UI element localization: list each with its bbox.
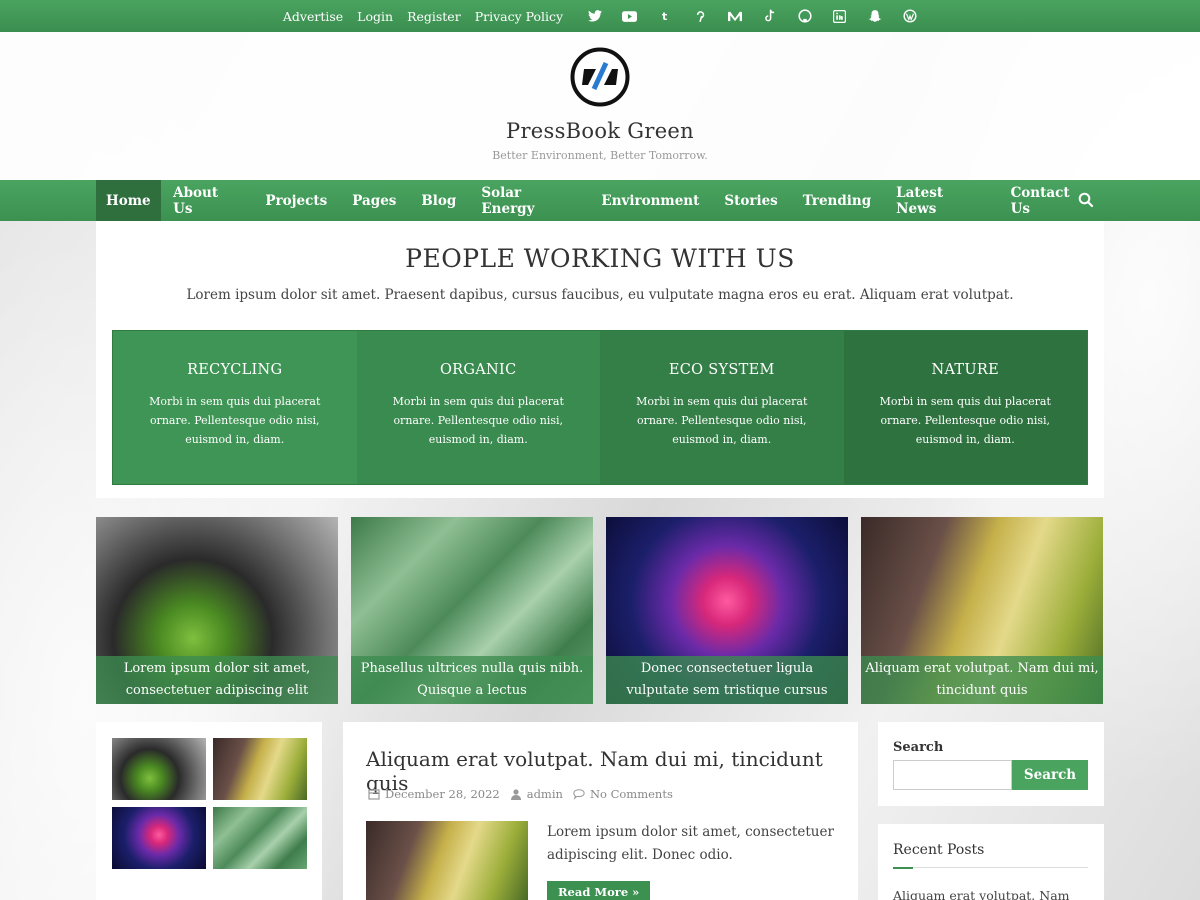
feature-eco-system: ECO SYSTEM Morbi in sem quis dui placera… — [600, 331, 844, 484]
features-grid: RECYCLING Morbi in sem quis dui placerat… — [112, 330, 1088, 485]
featured-tile[interactable]: Phasellus ultrices nulla quis nibh. Quis… — [351, 517, 593, 704]
nav-item-about-us[interactable]: About Us — [161, 180, 253, 221]
nav-item-home[interactable]: Home — [96, 180, 161, 221]
social-links: t — [587, 9, 917, 24]
comments-icon — [573, 789, 585, 800]
tile-caption[interactable]: Aliquam erat volutpat. Nam dui mi, tinci… — [861, 656, 1103, 704]
post-meta: December 28, 2022 admin No Comments — [368, 787, 673, 801]
tile-caption-line: Phasellus ultrices nulla quis nibh. — [360, 661, 584, 676]
nav-item-stories[interactable]: Stories — [712, 180, 790, 221]
page: Advertise Login Register Privacy Policy … — [0, 0, 1200, 900]
search-label: Search — [893, 740, 944, 755]
featured-tile[interactable]: Lorem ipsum dolor sit amet, consectetuer… — [96, 517, 338, 704]
nav-item-solar-energy[interactable]: Solar Energy — [469, 180, 589, 221]
features-section: PEOPLE WORKING WITH US Lorem ipsum dolor… — [96, 221, 1104, 498]
search-widget: Search Search — [878, 722, 1104, 806]
nav-item-projects[interactable]: Projects — [253, 180, 340, 221]
search-input[interactable] — [893, 760, 1012, 790]
feature-text: Morbi in sem quis dui placerat ornare. P… — [636, 395, 808, 446]
search-icon[interactable] — [1078, 192, 1094, 208]
recent-posts-widget: Recent Posts Aliquam erat volutpat. Nam — [878, 824, 1104, 900]
gallery-thumbnail[interactable] — [213, 738, 307, 800]
feature-title: ORGANIC — [440, 362, 517, 378]
post-card: Aliquam erat volutpat. Nam dui mi, tinci… — [343, 722, 858, 900]
tile-caption[interactable]: Donec consectetuer ligula vulputate sem … — [606, 656, 848, 704]
feature-organic: ORGANIC Morbi in sem quis dui placerat o… — [356, 331, 600, 484]
tile-caption-line: Donec consectetuer ligula — [640, 661, 814, 676]
thumbnail-gallery-widget — [96, 722, 322, 900]
feature-nature: NATURE Morbi in sem quis dui placerat or… — [843, 331, 1087, 484]
tile-caption-line: consectetuer adipiscing elit — [125, 683, 309, 698]
twitter-icon[interactable] — [587, 9, 602, 24]
feature-recycling: RECYCLING Morbi in sem quis dui placerat… — [113, 331, 357, 484]
post-comments-text: No Comments — [589, 787, 673, 801]
divider — [893, 867, 1088, 869]
tile-caption-line: Quisque a lectus — [417, 683, 527, 698]
wordpress-icon[interactable] — [902, 9, 917, 24]
nav-item-environment[interactable]: Environment — [589, 180, 712, 221]
user-icon — [510, 789, 521, 800]
tile-caption-line: Lorem ipsum dolor sit amet, — [123, 661, 311, 676]
youtube-icon[interactable] — [622, 9, 638, 24]
feature-title: NATURE — [931, 362, 1000, 378]
tumblr-icon[interactable]: t — [657, 9, 672, 24]
post-excerpt: Lorem ipsum dolor sit amet, consectetuer… — [547, 824, 834, 863]
advertise-link[interactable]: Advertise — [283, 9, 343, 24]
features-title: PEOPLE WORKING WITH US — [405, 244, 795, 273]
featured-tile[interactable]: Aliquam erat volutpat. Nam dui mi, tinci… — [861, 517, 1103, 704]
post-thumbnail[interactable] — [366, 821, 528, 900]
nav-item-latest-news[interactable]: Latest News — [884, 180, 998, 221]
gallery-thumbnail[interactable] — [112, 738, 206, 800]
github-icon[interactable] — [797, 9, 812, 24]
post-author[interactable]: admin — [510, 787, 563, 801]
feature-text: Morbi in sem quis dui placerat ornare. P… — [879, 395, 1051, 446]
post-author-text: admin — [526, 787, 563, 801]
top-bar: Advertise Login Register Privacy Policy … — [0, 0, 1200, 32]
featured-tiles: Lorem ipsum dolor sit amet, consectetuer… — [96, 517, 1104, 704]
tile-caption-line: Aliquam erat volutpat. Nam dui mi, — [865, 661, 1099, 676]
main-nav: Home About Us Projects Pages Blog Solar … — [0, 180, 1200, 221]
calendar-icon — [368, 789, 380, 800]
tile-caption[interactable]: Lorem ipsum dolor sit amet, consectetuer… — [96, 656, 338, 704]
post-comments[interactable]: No Comments — [573, 787, 673, 801]
nav-item-blog[interactable]: Blog — [409, 180, 469, 221]
post-date-text: December 28, 2022 — [385, 787, 500, 801]
nav-item-pages[interactable]: Pages — [340, 180, 409, 221]
privacy-policy-link[interactable]: Privacy Policy — [475, 9, 563, 24]
gallery-thumbnail[interactable] — [213, 807, 307, 869]
featured-tile[interactable]: Donec consectetuer ligula vulputate sem … — [606, 517, 848, 704]
read-more-button[interactable]: Read More » — [547, 881, 651, 900]
register-link[interactable]: Register — [407, 9, 461, 24]
feature-title: RECYCLING — [187, 362, 283, 378]
site-tagline: Better Environment, Better Tomorrow. — [492, 149, 708, 162]
nav-item-trending[interactable]: Trending — [790, 180, 883, 221]
snapchat-icon[interactable] — [867, 9, 882, 24]
linkedin-icon[interactable] — [832, 9, 847, 24]
pinterest-icon[interactable] — [692, 9, 707, 24]
medium-icon[interactable] — [727, 9, 742, 24]
login-link[interactable]: Login — [357, 9, 393, 24]
site-title[interactable]: PressBook Green — [506, 119, 694, 143]
tiktok-icon[interactable] — [762, 9, 777, 24]
feature-text: Morbi in sem quis dui placerat ornare. P… — [392, 395, 564, 446]
post-date[interactable]: December 28, 2022 — [368, 787, 500, 801]
features-subtitle: Lorem ipsum dolor sit amet. Praesent dap… — [186, 287, 1014, 303]
tile-caption-line: vulputate sem tristique cursus — [626, 683, 828, 698]
site-logo[interactable] — [570, 47, 630, 107]
site-header: PressBook Green Better Environment, Bett… — [0, 32, 1200, 180]
search-button[interactable]: Search — [1012, 760, 1088, 790]
tile-caption-line: tincidunt quis — [936, 683, 1028, 698]
recent-post-link[interactable]: Aliquam erat volutpat. Nam — [893, 888, 1070, 900]
gallery-thumbnail[interactable] — [112, 807, 206, 869]
feature-text: Morbi in sem quis dui placerat ornare. P… — [149, 395, 321, 446]
recent-posts-title: Recent Posts — [893, 842, 985, 858]
tile-caption[interactable]: Phasellus ultrices nulla quis nibh. Quis… — [351, 656, 593, 704]
feature-title: ECO SYSTEM — [668, 362, 775, 378]
